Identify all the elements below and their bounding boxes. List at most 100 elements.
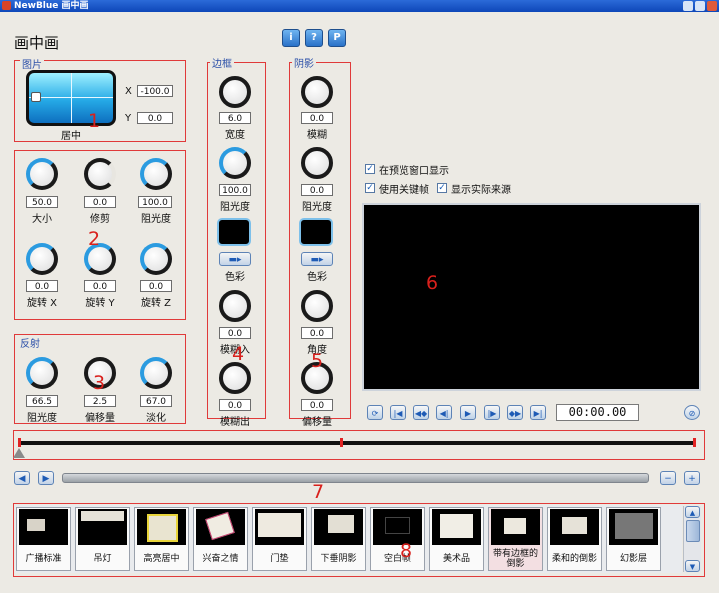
go-start-button[interactable]: |◀ — [390, 405, 406, 420]
rotate-z-knob[interactable] — [140, 243, 172, 275]
position-handle[interactable] — [31, 92, 41, 102]
shadow-angle-value[interactable]: 0.0 — [301, 327, 333, 339]
rotate-x-value[interactable]: 0.0 — [26, 280, 58, 292]
preset-item[interactable]: 兴奋之情 — [193, 507, 248, 571]
preset-button[interactable]: P — [328, 29, 346, 47]
loop-button[interactable]: ⟳ — [367, 405, 383, 420]
y-label: Y — [125, 113, 132, 124]
title-bar: NewBlue 画中画 — [0, 0, 719, 12]
timeline-region — [13, 430, 705, 460]
zoom-in-button[interactable]: + — [684, 471, 700, 485]
scroll-thumb[interactable] — [686, 520, 700, 542]
show-in-preview-checkbox[interactable]: ✓ — [365, 164, 375, 174]
shadow-blur-knob[interactable] — [301, 76, 333, 108]
rotate-y-value[interactable]: 0.0 — [84, 280, 116, 292]
use-keyframes-checkbox[interactable]: ✓ — [365, 183, 375, 193]
scroll-up-button[interactable]: ▲ — [685, 506, 700, 518]
border-width-knob[interactable] — [219, 76, 251, 108]
step-back-button[interactable]: ◀| — [436, 405, 452, 420]
preset-name: 美术品 — [442, 554, 470, 564]
y-input[interactable]: 0.0 — [137, 112, 173, 124]
shadow-color-swatch[interactable] — [299, 218, 333, 246]
keyframe-marker-end[interactable] — [693, 438, 696, 447]
reflection-fade-value[interactable]: 67.0 — [140, 395, 172, 407]
timecode-display: 00:00.00 — [556, 404, 639, 421]
presets-scrollbar[interactable]: ▲ ▼ — [683, 506, 701, 572]
reflection-offset-value[interactable]: 2.5 — [84, 395, 116, 407]
marker-6: 6 — [426, 272, 439, 294]
help-button[interactable]: ? — [305, 29, 323, 47]
shadow-color-picker-button[interactable]: ▬▸ — [301, 252, 333, 266]
border-width-value[interactable]: 6.0 — [219, 112, 251, 124]
shadow-blur-label: 模糊 — [307, 130, 327, 141]
border-blur-in-value[interactable]: 0.0 — [219, 327, 251, 339]
preset-item[interactable]: 空白帧 — [370, 507, 425, 571]
info-button[interactable]: i — [282, 29, 300, 47]
keyframe-marker-start[interactable] — [18, 438, 21, 447]
preset-thumbnail — [491, 509, 540, 545]
rotate-z-label: 旋转 Z — [140, 298, 172, 309]
shadow-group-label: 阴影 — [292, 55, 316, 70]
border-opacity-knob[interactable] — [219, 147, 251, 179]
next-keyframe-button[interactable]: ◆▶ — [507, 405, 523, 420]
border-width-label: 宽度 — [225, 130, 245, 141]
preset-item[interactable]: 门垫 — [252, 507, 307, 571]
playhead-handle[interactable] — [13, 448, 25, 458]
opacity-value[interactable]: 100.0 — [138, 196, 172, 208]
close-button[interactable] — [707, 1, 717, 11]
size-value[interactable]: 50.0 — [26, 196, 58, 208]
scroll-right-button[interactable]: ▶ — [38, 471, 54, 485]
opacity-knob[interactable] — [140, 158, 172, 190]
size-knob[interactable] — [26, 158, 58, 190]
preset-item[interactable]: 广播标准 — [16, 507, 71, 571]
preset-name: 带有边框的倒影 — [492, 549, 538, 569]
opacity-label: 阻光度 — [141, 214, 171, 225]
preset-item[interactable]: 柔和的倒影 — [547, 507, 602, 571]
crop-value[interactable]: 0.0 — [84, 196, 116, 208]
preset-item[interactable]: 吊灯 — [75, 507, 130, 571]
shadow-opacity-knob[interactable] — [301, 147, 333, 179]
x-input[interactable]: -100.0 — [137, 85, 173, 97]
border-opacity-value[interactable]: 100.0 — [219, 184, 251, 196]
border-blur-out-knob[interactable] — [219, 362, 251, 394]
play-button[interactable]: ▶ — [460, 405, 476, 420]
border-blur-out-value[interactable]: 0.0 — [219, 399, 251, 411]
preset-item[interactable]: 下垂阴影 — [311, 507, 366, 571]
position-pad[interactable] — [26, 70, 116, 126]
preset-item[interactable]: 幻影层 — [606, 507, 661, 571]
maximize-button[interactable] — [695, 1, 705, 11]
shadow-angle-knob[interactable] — [301, 290, 333, 322]
rotate-x-knob[interactable] — [26, 243, 58, 275]
keyframe-marker-middle[interactable] — [340, 438, 343, 447]
preset-item[interactable]: 高亮居中 — [134, 507, 189, 571]
preset-item[interactable]: 美术品 — [429, 507, 484, 571]
scroll-left-button[interactable]: ◀ — [14, 471, 30, 485]
keyframe-toggle-button[interactable]: ⊘ — [684, 405, 700, 420]
shadow-blur-value[interactable]: 0.0 — [301, 112, 333, 124]
show-source-checkbox[interactable]: ✓ — [437, 183, 447, 193]
reflection-opacity-knob[interactable] — [26, 357, 58, 389]
step-forward-button[interactable]: |▶ — [484, 405, 500, 420]
rotate-z-value[interactable]: 0.0 — [140, 280, 172, 292]
minimize-button[interactable] — [683, 1, 693, 11]
zoom-out-button[interactable]: − — [660, 471, 676, 485]
prev-keyframe-button[interactable]: ◀◆ — [413, 405, 429, 420]
timeline-scrollbar[interactable] — [62, 473, 649, 483]
marker-1: 1 — [88, 110, 101, 132]
preset-thumbnail — [432, 509, 481, 545]
reflection-opacity-value[interactable]: 66.5 — [26, 395, 58, 407]
reflection-fade-knob[interactable] — [140, 357, 172, 389]
border-color-picker-button[interactable]: ▬▸ — [219, 252, 251, 266]
shadow-color-label: 色彩 — [307, 272, 327, 283]
border-color-swatch[interactable] — [217, 218, 251, 246]
border-blur-in-knob[interactable] — [219, 290, 251, 322]
preset-thumbnail — [196, 509, 245, 545]
preset-thumbnail — [373, 509, 422, 545]
scroll-down-button[interactable]: ▼ — [685, 560, 700, 572]
go-end-button[interactable]: ▶| — [530, 405, 546, 420]
crop-knob[interactable] — [84, 158, 116, 190]
preset-item[interactable]: 带有边框的倒影 — [488, 507, 543, 571]
shadow-opacity-value[interactable]: 0.0 — [301, 184, 333, 196]
timeline-track[interactable] — [18, 441, 696, 445]
shadow-offset-value[interactable]: 0.0 — [301, 399, 333, 411]
